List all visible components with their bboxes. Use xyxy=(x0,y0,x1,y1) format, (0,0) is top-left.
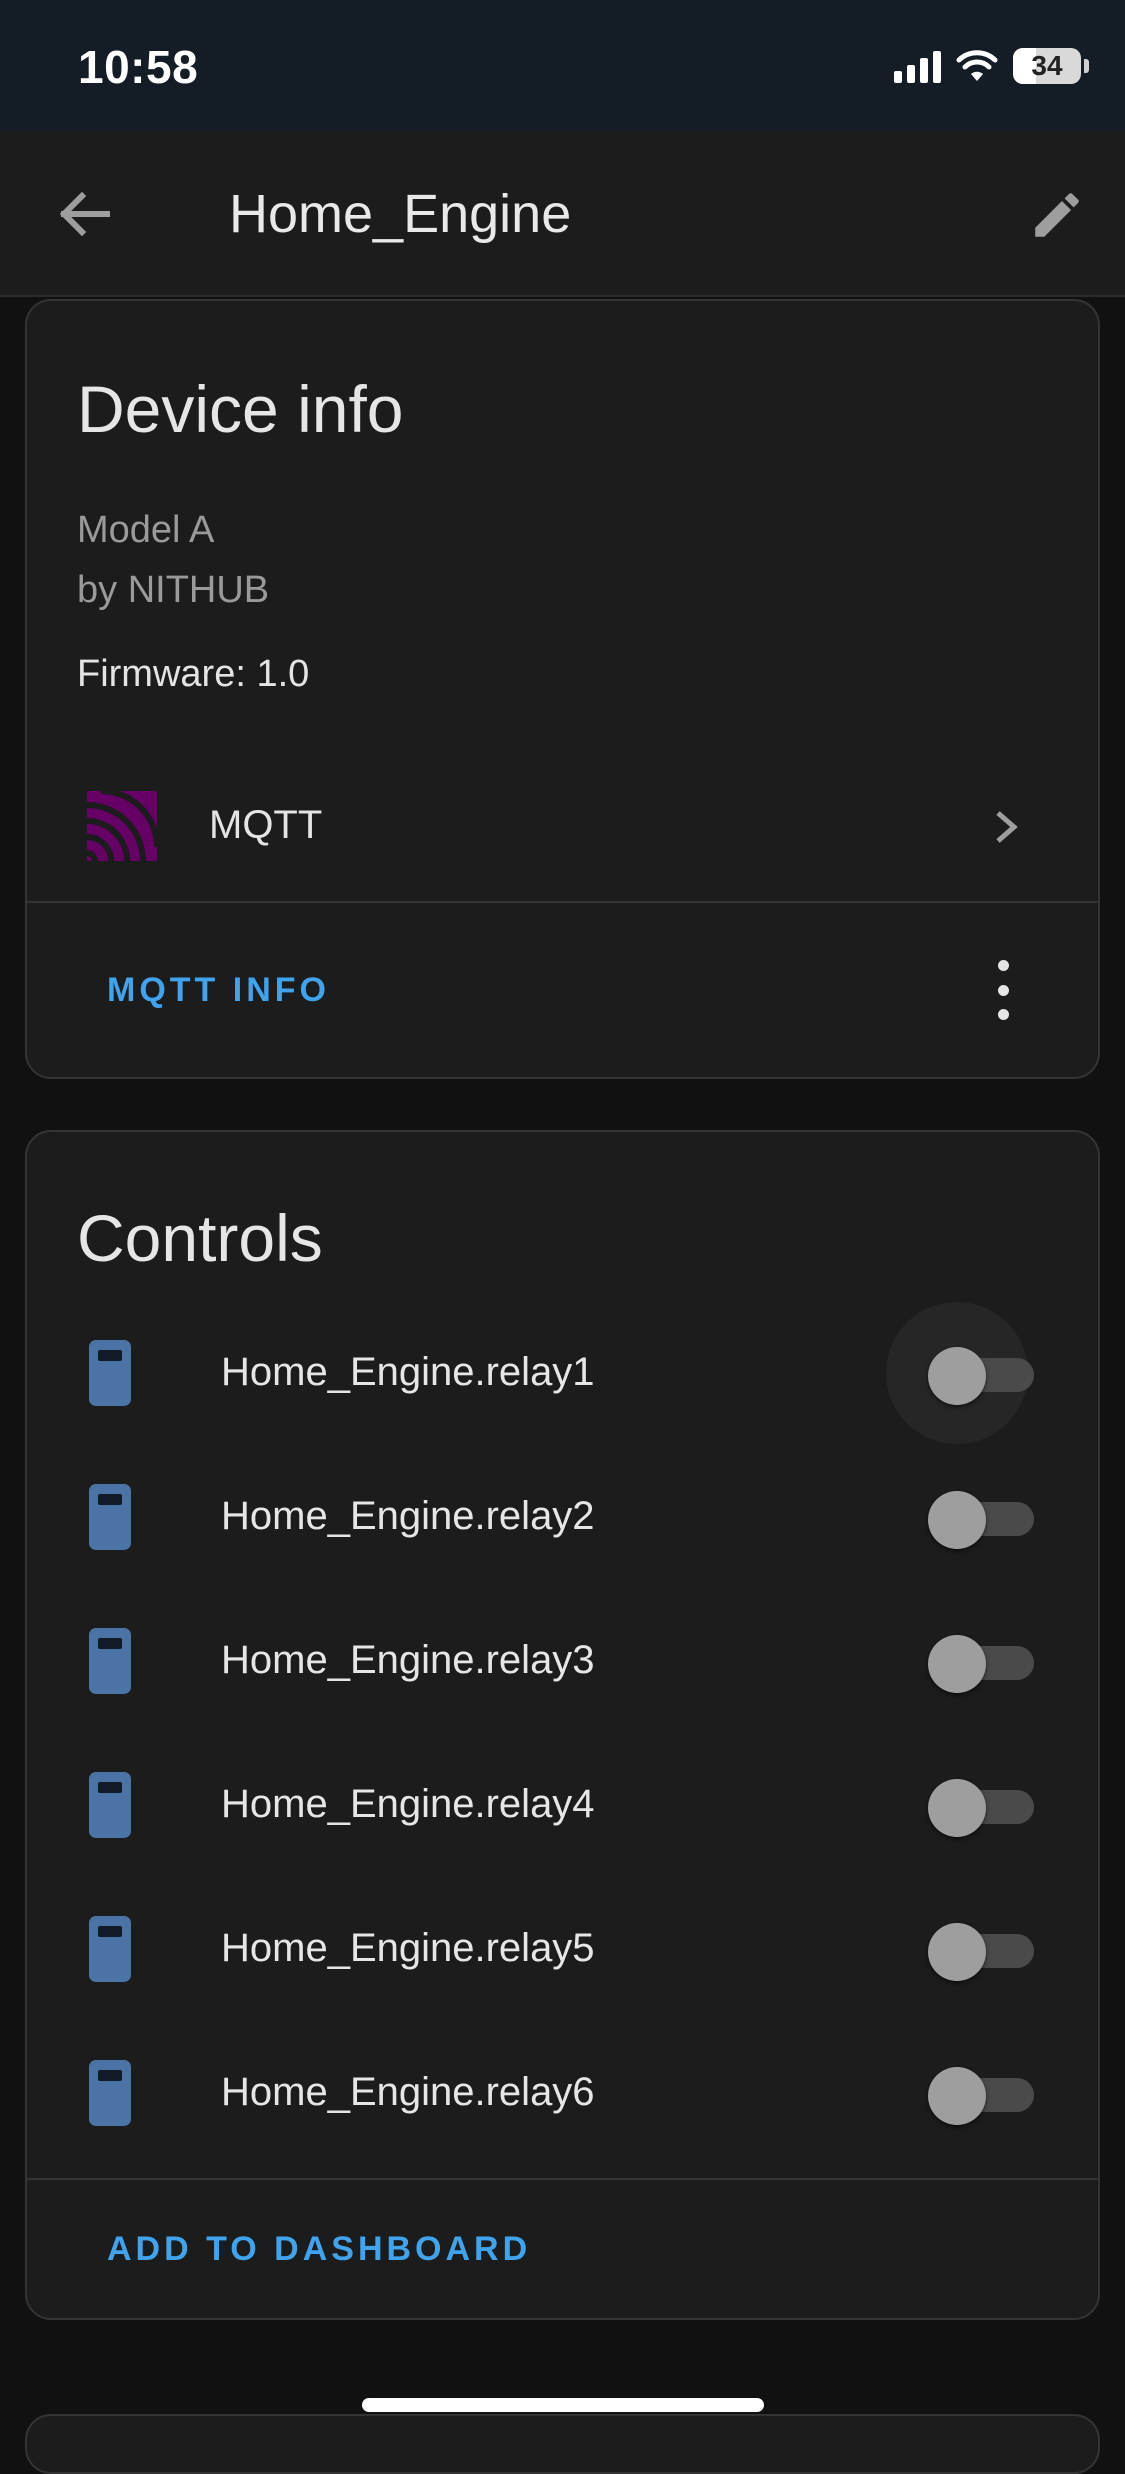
switch-device-icon xyxy=(89,1484,131,1550)
app-bar: Home_Engine xyxy=(0,131,1125,297)
control-label: Home_Engine.relay1 xyxy=(221,1350,595,1394)
switch-device-icon xyxy=(89,2060,131,2126)
home-indicator[interactable] xyxy=(362,2398,764,2412)
controls-card: Controls Home_Engine.relay1 Home_Engine.… xyxy=(25,1130,1100,2320)
control-row-relay3: Home_Engine.relay3 xyxy=(27,1602,1098,1722)
control-row-relay1: Home_Engine.relay1 xyxy=(27,1302,1098,1444)
control-label: Home_Engine.relay2 xyxy=(221,1494,595,1538)
control-label: Home_Engine.relay3 xyxy=(221,1638,595,1682)
cellular-signal-icon xyxy=(894,49,941,83)
switch-device-icon xyxy=(89,1628,131,1694)
device-manufacturer: by NITHUB xyxy=(77,569,270,611)
control-row-relay6: Home_Engine.relay6 xyxy=(27,2034,1098,2154)
device-firmware: Firmware: 1.0 xyxy=(77,653,310,695)
control-label: Home_Engine.relay4 xyxy=(221,1782,595,1826)
toggle-thumb xyxy=(928,1923,986,1981)
mqtt-info-button[interactable]: MQTT INFO xyxy=(107,971,330,1010)
control-row-relay4: Home_Engine.relay4 xyxy=(27,1746,1098,1866)
card-divider xyxy=(27,2178,1098,2180)
battery-level: 34 xyxy=(1031,50,1063,81)
control-label: Home_Engine.relay5 xyxy=(221,1926,595,1970)
switch-device-icon xyxy=(89,1340,131,1406)
switch-device-icon xyxy=(89,1772,131,1838)
card-divider xyxy=(27,901,1098,903)
arrow-left-icon xyxy=(59,192,110,236)
toggle-thumb xyxy=(928,1491,986,1549)
toggle-switch[interactable] xyxy=(928,1491,1034,1549)
switch-device-icon xyxy=(89,1916,131,1982)
toggle-switch[interactable] xyxy=(886,1302,1034,1444)
toggle-thumb xyxy=(928,1635,986,1693)
status-icons: 34 xyxy=(894,46,1089,86)
more-options-icon[interactable] xyxy=(993,960,1013,1020)
battery-icon: 34 xyxy=(1013,48,1089,84)
integration-label: MQTT xyxy=(209,803,323,847)
integration-row-mqtt[interactable]: MQTT xyxy=(27,763,1098,893)
edit-button[interactable] xyxy=(1017,175,1097,255)
device-info-title: Device info xyxy=(77,372,404,446)
mqtt-logo-icon xyxy=(87,791,157,861)
toggle-switch[interactable] xyxy=(928,1779,1034,1837)
wifi-icon xyxy=(956,50,998,81)
status-time: 10:58 xyxy=(78,41,199,93)
toggle-thumb xyxy=(928,1779,986,1837)
device-info-card: Device info Model A by NITHUB Firmware: … xyxy=(25,299,1100,1079)
device-model: Model A xyxy=(77,509,215,551)
page-title: Home_Engine xyxy=(229,184,572,244)
toggle-thumb xyxy=(928,1347,986,1405)
add-to-dashboard-button[interactable]: ADD TO DASHBOARD xyxy=(107,2230,531,2269)
control-label: Home_Engine.relay6 xyxy=(221,2070,595,2114)
toggle-switch[interactable] xyxy=(928,2067,1034,2125)
chevron-right-icon xyxy=(996,811,1018,843)
back-button[interactable] xyxy=(46,176,122,252)
controls-title: Controls xyxy=(77,1201,323,1275)
toggle-thumb xyxy=(928,2067,986,2125)
toggle-switch[interactable] xyxy=(928,1635,1034,1693)
next-card-edge xyxy=(25,2414,1100,2474)
control-row-relay2: Home_Engine.relay2 xyxy=(27,1458,1098,1578)
control-row-relay5: Home_Engine.relay5 xyxy=(27,1890,1098,2010)
pencil-icon xyxy=(1035,193,1079,237)
status-bar: 10:58 34 xyxy=(0,0,1125,131)
toggle-switch[interactable] xyxy=(928,1923,1034,1981)
